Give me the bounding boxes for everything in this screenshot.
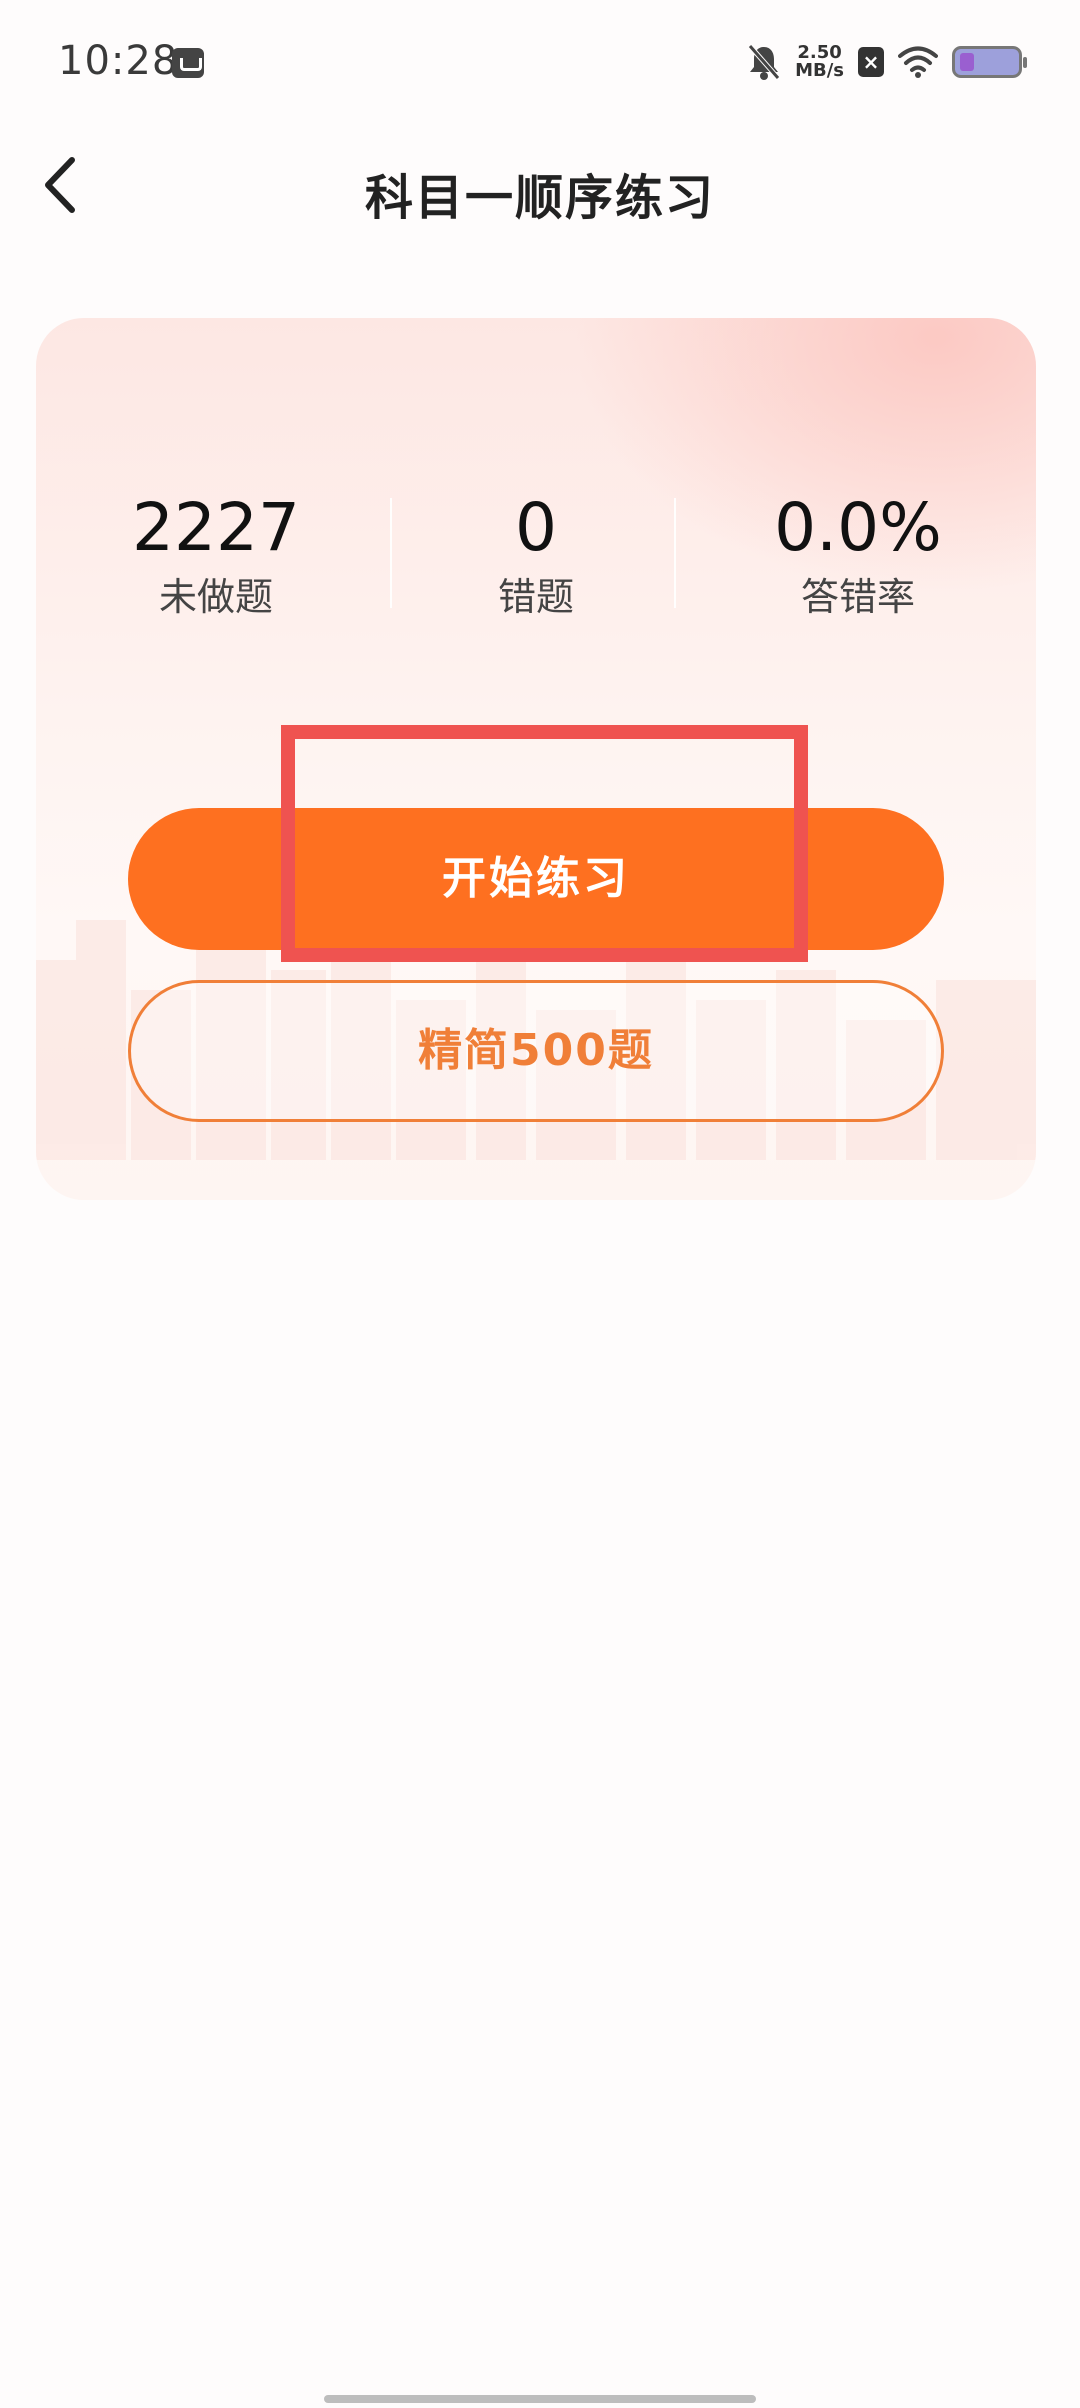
status-time: 10:28 — [58, 38, 179, 84]
bell-muted-icon — [748, 44, 780, 80]
home-indicator[interactable] — [324, 2395, 756, 2403]
stats-row: 2227 未做题 0 错题 0.0% 答错率 — [36, 488, 1036, 638]
page-title: 科目一顺序练习 — [364, 170, 715, 226]
undone-label: 未做题 — [158, 575, 273, 619]
status-bar: 10:28 2.50 MB/s × — [0, 0, 1080, 120]
start-practice-button[interactable]: 开始练习 — [128, 808, 944, 950]
close-box-icon: × — [858, 47, 884, 77]
practice-card: 2227 未做题 0 错题 0.0% 答错率 开始练习 精简500题 — [36, 318, 1036, 1200]
undone-count: 2227 — [132, 489, 300, 566]
stat-undone: 2227 未做题 — [66, 488, 366, 622]
stat-wrong: 0 错题 — [386, 488, 686, 622]
stat-divider — [674, 498, 676, 608]
wrong-label: 错题 — [497, 575, 574, 619]
net-speed: 2.50 MB/s — [795, 44, 844, 80]
status-icons: 2.50 MB/s × — [747, 40, 1027, 84]
lite-500-button[interactable]: 精简500题 — [128, 980, 944, 1122]
error-rate-label: 答错率 — [800, 575, 915, 619]
header: 科目一顺序练习 — [0, 130, 1080, 240]
net-speed-unit: MB/s — [795, 60, 844, 81]
screen: 10:28 2.50 MB/s × 科目一顺序练习 2227 未做题 0 错题 … — [0, 0, 1080, 2408]
battery-level — [960, 53, 974, 71]
stat-error-rate: 0.0% 答错率 — [708, 488, 1008, 622]
error-rate-value: 0.0% — [774, 489, 942, 566]
wifi-icon — [898, 46, 938, 78]
battery-icon — [952, 46, 1027, 78]
app-notification-icon — [172, 48, 204, 78]
wrong-count: 0 — [515, 489, 557, 566]
